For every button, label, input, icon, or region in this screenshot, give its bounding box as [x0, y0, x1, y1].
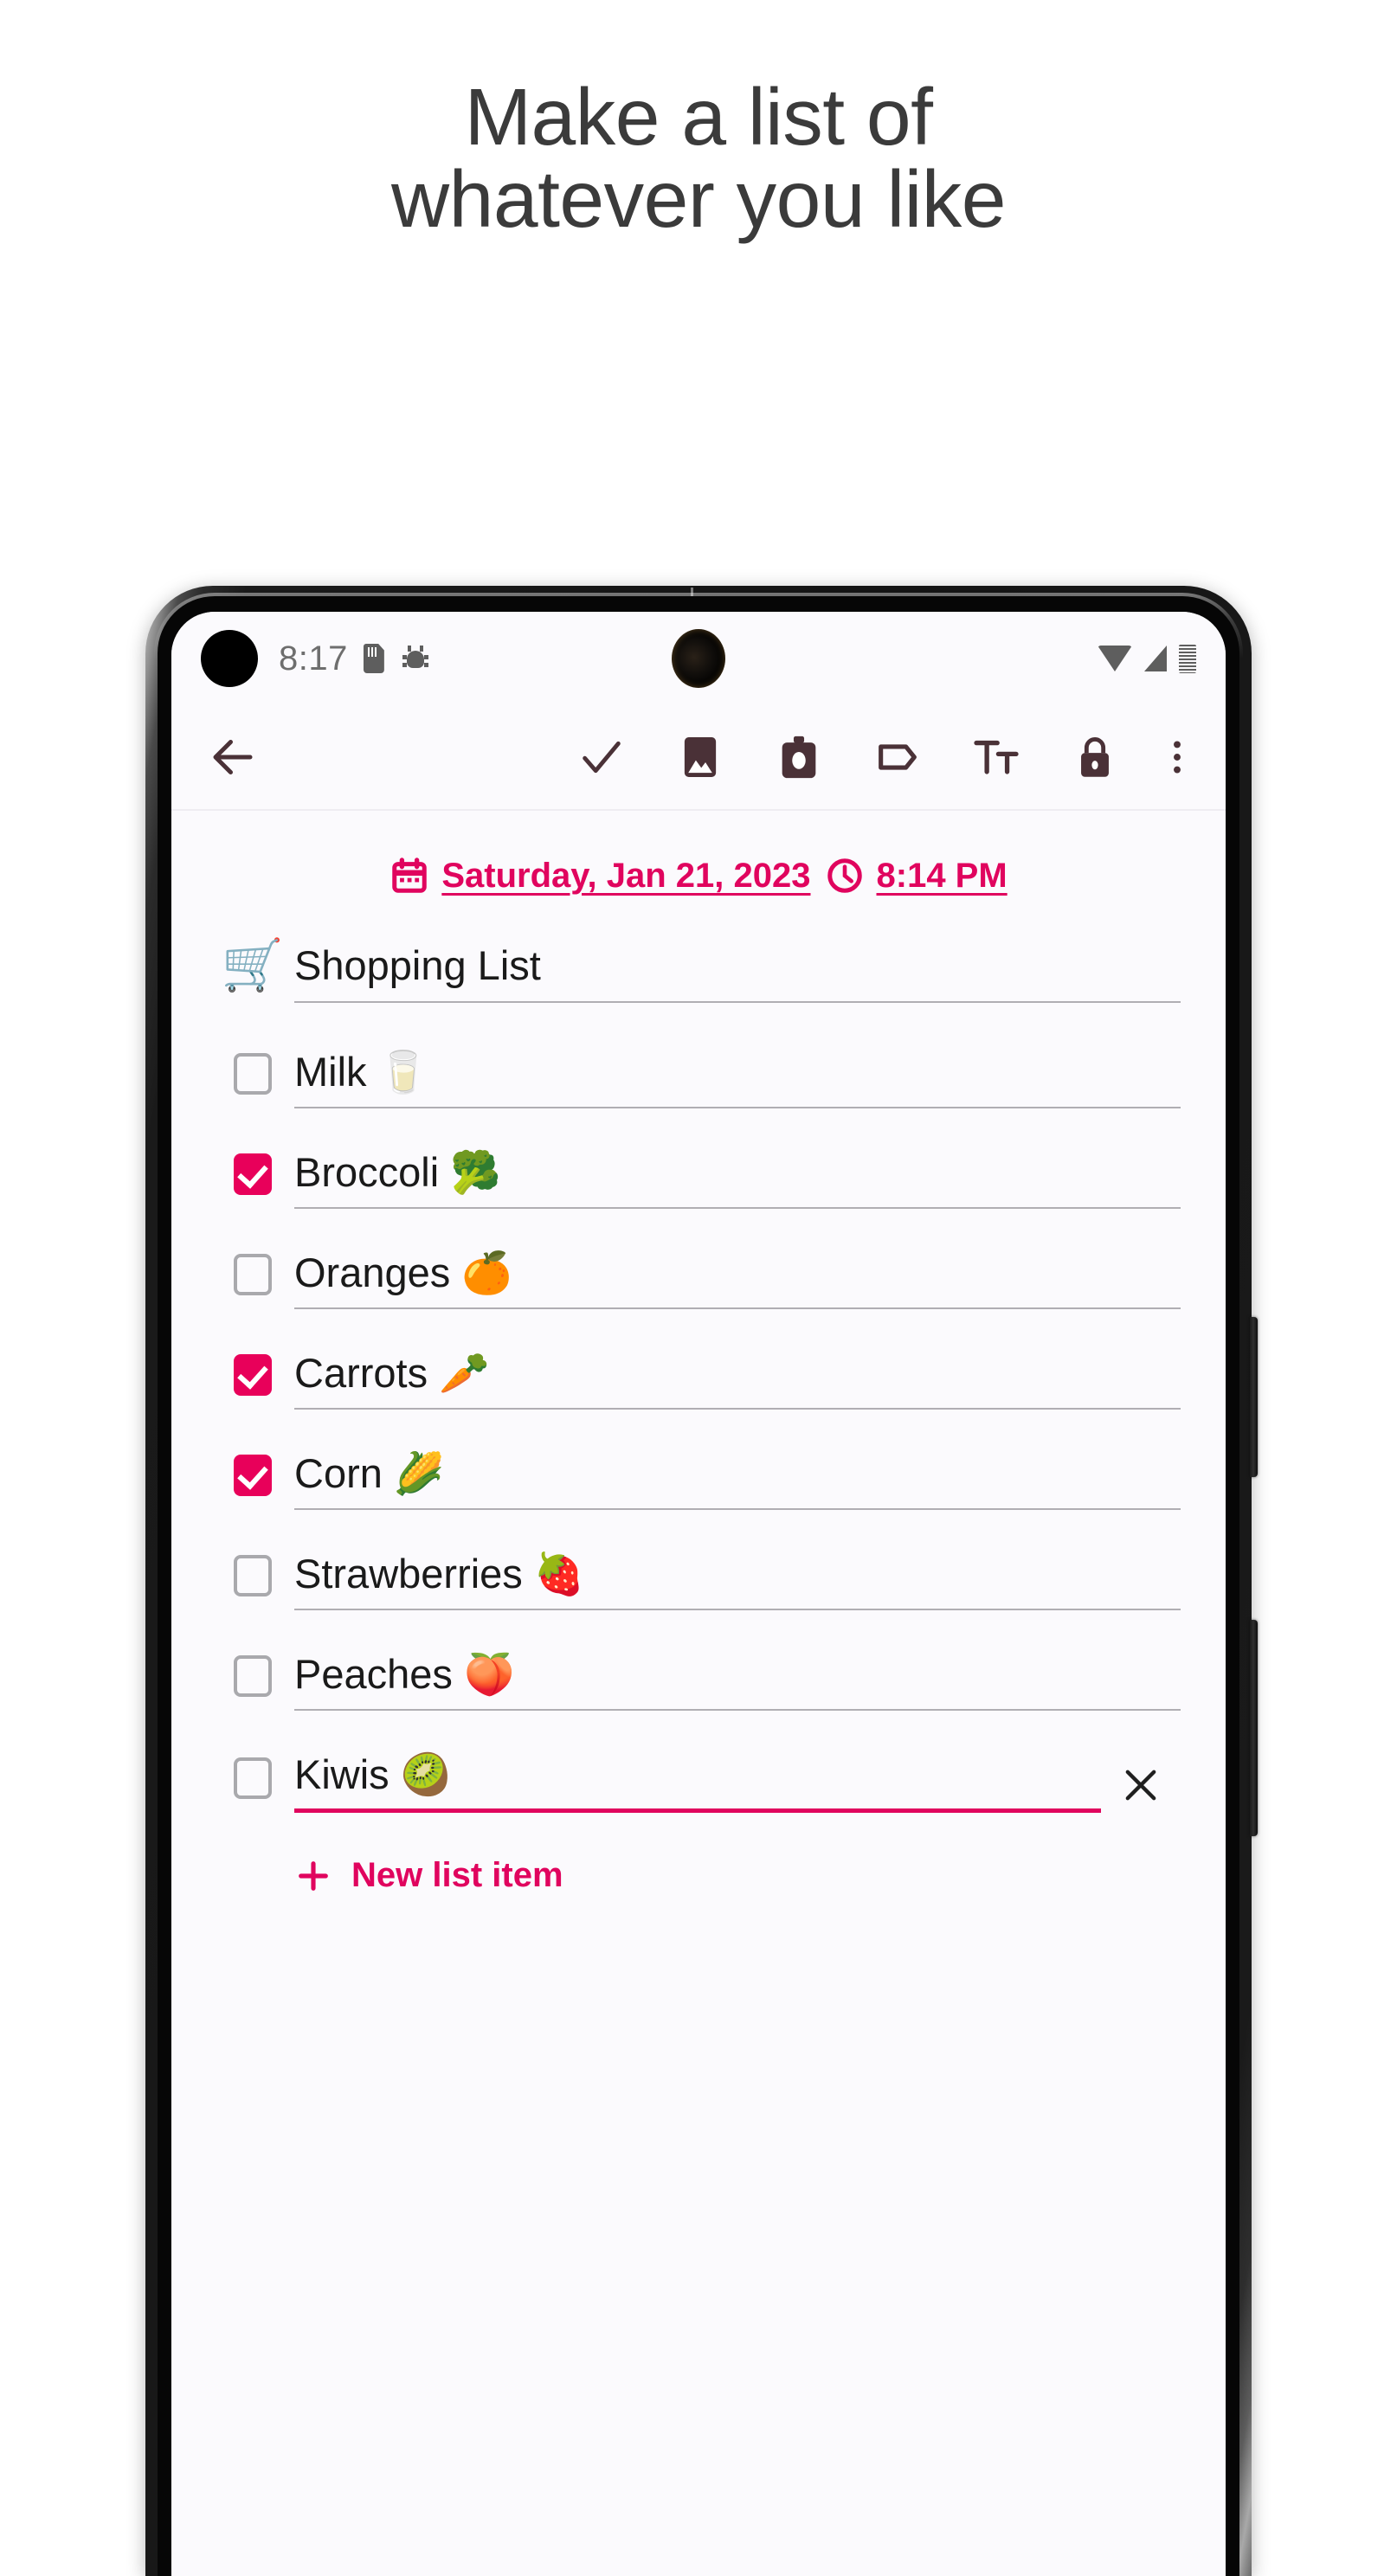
checkbox-kiwis[interactable] — [211, 1757, 294, 1813]
shopping-cart-icon: 🛒 — [221, 937, 285, 993]
android-bug-icon — [402, 645, 429, 672]
note-time-text: 8:14 PM — [876, 856, 1008, 895]
list-item: Peaches 🍑 — [171, 1650, 1226, 1711]
checkmark-icon — [583, 741, 621, 774]
list-item-label: Milk 🥛 — [294, 1049, 429, 1095]
clock-icon — [827, 858, 862, 893]
page-title-line-1: Make a list of — [464, 72, 933, 162]
note-title-row: 🛒 Shopping List — [171, 906, 1226, 1003]
status-bar: 8:17 — [171, 612, 1226, 705]
more-options-button[interactable] — [1151, 720, 1203, 794]
status-left-punch-hole-icon — [201, 630, 258, 687]
labels-button[interactable] — [860, 720, 935, 794]
back-arrow-icon — [213, 740, 253, 774]
front-camera-punch-hole-icon — [672, 629, 725, 688]
tag-icon — [879, 744, 917, 770]
checkbox-peaches[interactable] — [211, 1655, 294, 1711]
note-date-text: Saturday, Jan 21, 2023 — [441, 856, 811, 895]
checkbox-milk[interactable] — [211, 1053, 294, 1108]
list-item-input-strawberries[interactable]: Strawberries 🍓 — [294, 1550, 1181, 1610]
done-checkmark-button[interactable] — [564, 720, 639, 794]
lock-icon — [1081, 737, 1109, 777]
plus-icon — [299, 1860, 328, 1891]
sd-card-icon — [363, 644, 384, 673]
list-item-label: Oranges 🍊 — [294, 1249, 512, 1295]
list-item: Strawberries 🍓 — [171, 1550, 1226, 1610]
list-item: Broccoli 🥦 — [171, 1148, 1226, 1209]
checkbox-carrots[interactable] — [211, 1354, 294, 1410]
list-item-input-kiwis[interactable]: Kiwis 🥝 — [294, 1751, 1101, 1813]
phone-volume-button[interactable] — [1250, 1620, 1258, 1836]
wifi-icon — [1098, 646, 1132, 671]
camera-icon — [782, 736, 816, 779]
list-item-input-broccoli[interactable]: Broccoli 🥦 — [294, 1148, 1181, 1209]
list-item-input-milk[interactable]: Milk 🥛 — [294, 1048, 1181, 1108]
list-item: Kiwis 🥝 — [171, 1751, 1226, 1813]
phone-screen: 8:17 Saturday, Jan 21, 2023 8:14 PM 🛒 Sh… — [171, 612, 1226, 2576]
list-item: Milk 🥛 — [171, 1048, 1226, 1108]
list-item: Carrots 🥕 — [171, 1349, 1226, 1410]
list-item: Corn 🌽 — [171, 1449, 1226, 1510]
note-title-input[interactable]: Shopping List — [294, 941, 1181, 1003]
close-x-icon — [1125, 1770, 1156, 1801]
page-title-line-2: whatever you like — [390, 153, 1007, 244]
list-item-input-corn[interactable]: Corn 🌽 — [294, 1449, 1181, 1510]
text-format-button[interactable] — [959, 720, 1033, 794]
delete-list-item-button[interactable] — [1101, 1763, 1181, 1813]
phone-power-button[interactable] — [1250, 1317, 1258, 1477]
take-photo-button[interactable] — [762, 720, 836, 794]
checkbox-strawberries[interactable] — [211, 1555, 294, 1610]
note-body: Saturday, Jan 21, 2023 8:14 PM 🛒 Shoppin… — [171, 811, 1226, 2576]
list-item: Oranges 🍊 — [171, 1249, 1226, 1309]
cellular-signal-icon — [1144, 646, 1167, 671]
list-item-input-carrots[interactable]: Carrots 🥕 — [294, 1349, 1181, 1410]
checkbox-oranges[interactable] — [211, 1254, 294, 1309]
note-date-chip[interactable]: Saturday, Jan 21, 2023 — [389, 856, 811, 896]
list-item-label: Broccoli 🥦 — [294, 1149, 501, 1195]
list-item-input-oranges[interactable]: Oranges 🍊 — [294, 1249, 1181, 1309]
status-bar-right-icons — [1098, 644, 1196, 673]
battery-icon — [1179, 644, 1196, 673]
text-format-icon — [974, 740, 1019, 774]
list-item-label: Kiwis 🥝 — [294, 1751, 452, 1797]
checkbox-corn[interactable] — [211, 1455, 294, 1510]
list-item-input-peaches[interactable]: Peaches 🍑 — [294, 1650, 1181, 1711]
new-list-item-button[interactable]: New list item — [171, 1856, 1226, 1895]
status-bar-clock: 8:17 — [279, 639, 348, 678]
new-list-item-label: New list item — [351, 1856, 563, 1894]
note-datetime-row: Saturday, Jan 21, 2023 8:14 PM — [171, 811, 1226, 906]
list-item-label: Corn 🌽 — [294, 1450, 445, 1496]
page-title: Make a list of whatever you like — [0, 76, 1397, 241]
insert-image-button[interactable] — [663, 720, 737, 794]
overflow-menu-icon — [1174, 741, 1181, 774]
checkbox-broccoli[interactable] — [211, 1153, 294, 1209]
back-button[interactable] — [196, 720, 270, 794]
image-icon — [684, 737, 717, 777]
note-title-text: Shopping List — [294, 942, 541, 988]
status-bar-left-icons — [363, 644, 429, 673]
list-item-label: Peaches 🍑 — [294, 1651, 515, 1697]
list-item-label: Carrots 🥕 — [294, 1350, 490, 1396]
checklist: Milk 🥛 Broccoli 🥦 Oranges 🍊 Carrots 🥕 Co… — [171, 1003, 1226, 1813]
note-time-chip[interactable]: 8:14 PM — [825, 856, 1008, 896]
lock-note-button[interactable] — [1058, 720, 1132, 794]
calendar-icon — [392, 858, 428, 893]
app-toolbar — [171, 705, 1226, 811]
phone-mockup: 8:17 Saturday, Jan 21, 2023 8:14 PM 🛒 Sh… — [145, 586, 1258, 2576]
list-item-label: Strawberries 🍓 — [294, 1551, 585, 1596]
